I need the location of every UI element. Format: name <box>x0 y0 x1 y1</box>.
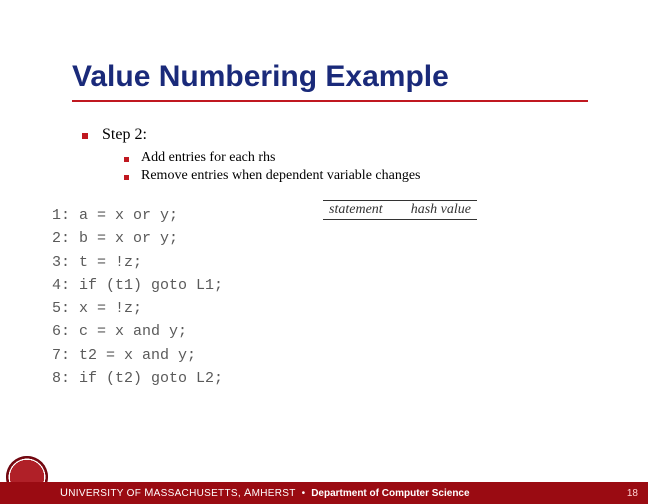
code-line: 5: x = !z; <box>52 300 142 317</box>
sub-bullet: Add entries for each rhs <box>124 150 588 166</box>
footer-bar: UNIVERSITY OF MASSACHUSETTS, AMHERST • D… <box>0 482 648 504</box>
page-number: 18 <box>627 488 638 499</box>
hash-table-header: statement hash value <box>323 200 477 220</box>
code-line: 3: t = !z; <box>52 254 142 271</box>
code-block: 1: a = x or y; 2: b = x or y; 3: t = !z;… <box>52 204 223 390</box>
bullet-step: Step 2: <box>82 126 588 144</box>
code-line: 1: a = x or y; <box>52 207 178 224</box>
square-bullet-icon <box>124 175 129 180</box>
slide-title: Value Numbering Example <box>72 60 588 102</box>
square-bullet-icon <box>124 157 129 162</box>
footer-department: Department of Computer Science <box>311 488 469 499</box>
footer-university: UNIVERSITY OF MASSACHUSETTS, AMHERST <box>60 487 296 499</box>
col-hash-value: hash value <box>397 201 477 219</box>
code-line: 4: if (t1) goto L1; <box>52 277 223 294</box>
code-line: 8: if (t2) goto L2; <box>52 370 223 387</box>
col-statement: statement <box>323 201 397 219</box>
footer-separator: • <box>302 488 306 499</box>
sub-bullet: Remove entries when dependent variable c… <box>124 168 588 184</box>
code-line: 6: c = x and y; <box>52 323 187 340</box>
bullet-text: Step 2: <box>102 126 147 144</box>
table-header-row: statement hash value <box>323 200 477 220</box>
sub-bullet-text: Add entries for each rhs <box>141 150 276 166</box>
square-bullet-icon <box>82 133 88 139</box>
code-line: 2: b = x or y; <box>52 230 178 247</box>
slide-body: Value Numbering Example Step 2: Add entr… <box>0 0 648 390</box>
sub-bullet-text: Remove entries when dependent variable c… <box>141 168 421 184</box>
content-row: 1: a = x or y; 2: b = x or y; 3: t = !z;… <box>72 204 588 390</box>
code-line: 7: t2 = x and y; <box>52 347 196 364</box>
